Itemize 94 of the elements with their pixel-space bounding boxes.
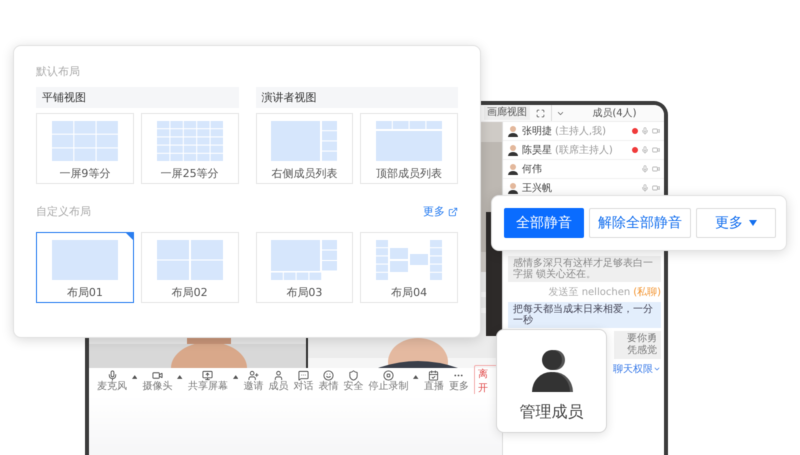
camera-icon[interactable]: [652, 184, 660, 192]
group-header: 演讲者视图: [256, 87, 458, 108]
section-title: 默认布局: [36, 64, 81, 79]
chat-permission-link[interactable]: 聊天权限: [613, 362, 661, 376]
toolbar-button[interactable]: 邀请: [243, 370, 264, 392]
camera-icon[interactable]: [652, 146, 660, 154]
layout-option[interactable]: 布局03: [256, 232, 354, 303]
members-title: 成员(4人): [591, 106, 638, 120]
chat-message: 要你勇: [627, 333, 657, 344]
chat-message: 凭感觉: [627, 345, 657, 357]
layout-preview-drawing: [156, 240, 223, 280]
mute-button[interactable]: 全部静音: [504, 208, 584, 238]
caret-icon[interactable]: [177, 374, 183, 380]
layout-preview-drawing: [156, 121, 223, 161]
member-row[interactable]: 何伟: [503, 160, 664, 179]
layout-label: 一屏25等分: [160, 166, 219, 181]
member-role: (主持人,我): [555, 124, 606, 138]
toolbar-button[interactable]: 成员: [268, 370, 288, 392]
layout-option[interactable]: 一屏25等分: [140, 113, 238, 184]
shield-icon: [348, 370, 359, 381]
chevron-icon: [653, 365, 661, 373]
section-title: 自定义布局: [36, 204, 91, 219]
camera-icon[interactable]: [652, 165, 660, 173]
toolbar-button[interactable]: 共享屏幕: [188, 370, 228, 392]
microphone-icon[interactable]: [641, 184, 649, 192]
chat-icon: [298, 370, 309, 381]
manage-members-label: 管理成员: [520, 402, 584, 423]
fullscreen-icon[interactable]: [536, 108, 545, 118]
external-link-icon: [448, 206, 458, 216]
layout-option[interactable]: 布局02: [140, 232, 238, 303]
toolbar-button[interactable]: 停止录制: [368, 370, 408, 392]
avatar-icon: [507, 182, 519, 194]
toolbar-button[interactable]: 表情: [318, 370, 338, 392]
selected-corner-icon: [124, 232, 134, 241]
camera-icon[interactable]: [652, 127, 660, 135]
manage-members-card[interactable]: 管理成员: [496, 329, 607, 433]
caret-icon[interactable]: [132, 374, 138, 380]
calendar-icon: [428, 370, 440, 381]
person-icon: [272, 370, 284, 381]
toolbar-button[interactable]: 直播: [424, 370, 444, 392]
layout-option[interactable]: 布局04: [360, 232, 458, 303]
layout-option[interactable]: 右侧成员列表: [256, 113, 354, 184]
member-name: 陈昊星: [522, 144, 552, 157]
layout-label: 顶部成员列表: [376, 166, 442, 181]
layout-label: 布局04: [391, 285, 428, 300]
layout-label: 布局01: [66, 285, 103, 300]
toolbar-button[interactable]: 摄像头: [142, 370, 172, 392]
layout-option[interactable]: 布局01: [36, 232, 134, 303]
caret-icon[interactable]: [232, 374, 238, 380]
layout-label: 布局03: [286, 285, 322, 300]
member-name: 何伟: [522, 163, 542, 176]
group-header: 平铺视图: [36, 87, 238, 108]
microphone-icon[interactable]: [641, 127, 649, 135]
layout-label: 一屏9等分: [59, 166, 110, 181]
layout-option[interactable]: 一屏9等分: [36, 113, 134, 184]
add-person-icon: [248, 370, 259, 381]
member-row[interactable]: 陈昊星 (联席主持人): [503, 141, 664, 160]
smiley-icon: [322, 370, 334, 381]
mute-button[interactable]: 解除全部静音: [589, 208, 691, 238]
private-tag: (私聊): [633, 285, 661, 299]
member-name: 王兴帆: [522, 182, 552, 195]
avatar-icon: [507, 163, 519, 175]
microphone-icon[interactable]: [641, 165, 649, 173]
stop-icon: [382, 370, 394, 381]
layout-label: 右侧成员列表: [271, 166, 338, 181]
layout-preview-drawing: [52, 240, 118, 280]
member-row[interactable]: 张明捷 (主持人,我): [503, 122, 664, 141]
layout-preview-drawing: [376, 240, 442, 280]
microphone-icon[interactable]: [641, 146, 649, 154]
avatar-icon: [507, 125, 519, 137]
gallery-view-button[interactable]: 画廊视图: [484, 106, 530, 120]
layout-preview-drawing: [271, 240, 338, 280]
member-name: 张明捷: [522, 124, 552, 138]
layout-label: 布局02: [172, 285, 208, 300]
layout-preview-drawing: [271, 121, 338, 161]
screen-icon: [202, 370, 214, 381]
more-menu-button[interactable]: 更多: [696, 208, 776, 238]
chat-message: 感情多深只有这样才足够表白一字据 锁关心还在。: [508, 256, 661, 282]
microphone-icon: [106, 370, 118, 381]
layout-preview-drawing: [52, 121, 118, 161]
toolbar-button[interactable]: 安全: [343, 370, 364, 392]
toolbar-button[interactable]: 更多: [448, 370, 469, 392]
caret-icon[interactable]: [413, 374, 419, 380]
layout-preview-drawing: [376, 121, 442, 161]
avatar-icon: [507, 144, 519, 156]
camera-icon: [152, 370, 163, 381]
toolbar-button[interactable]: 对话: [293, 370, 314, 392]
recipient-label: 发送至 nellochen: [548, 286, 630, 299]
chat-message: 把每天都当成末日来相爱，一分一秒: [508, 302, 661, 328]
more-link[interactable]: 更多: [423, 204, 458, 219]
layout-option[interactable]: 顶部成员列表: [360, 113, 458, 184]
toolbar-button[interactable]: 麦克风: [97, 370, 127, 392]
member-role: (联席主持人): [555, 144, 613, 157]
caret-icon: [749, 220, 757, 226]
